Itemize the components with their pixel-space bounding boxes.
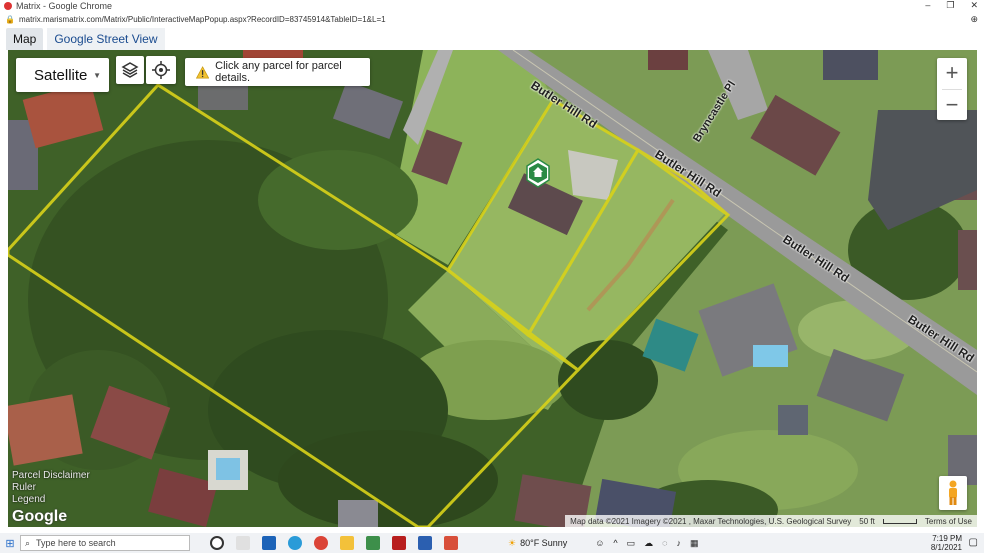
- system-tray: ☺ ^ ▭ ☁ ◌ ♪ ▦: [595, 538, 698, 549]
- keyboard-icon[interactable]: ▦: [690, 538, 699, 549]
- search-placeholder: Type here to search: [36, 538, 116, 548]
- network-icon[interactable]: ◌: [662, 538, 667, 549]
- close-icon[interactable]: ✕: [970, 0, 978, 11]
- edge-icon[interactable]: [288, 536, 302, 550]
- sun-icon: ☀: [508, 537, 517, 548]
- cortana-icon[interactable]: [210, 536, 224, 550]
- zoom-control: + −: [937, 58, 967, 120]
- layers-button[interactable]: [116, 56, 144, 84]
- windows-start-icon[interactable]: ⊞: [0, 537, 20, 550]
- volume-icon[interactable]: ♪: [677, 538, 682, 549]
- crosshair-icon: [152, 61, 170, 79]
- taskbar-search[interactable]: ⌕ Type here to search: [20, 535, 190, 551]
- clock-time: 7:19 PM: [932, 534, 962, 543]
- warning-icon: [196, 65, 210, 79]
- layers-icon: [121, 62, 139, 78]
- street-view-pegman[interactable]: [939, 476, 967, 510]
- map-data-credit[interactable]: Map data ©2021 Imagery ©2021 , Maxar Tec…: [570, 517, 851, 526]
- notification-icon[interactable]: ▢: [969, 537, 978, 548]
- listing-marker-icon[interactable]: [526, 158, 550, 188]
- window-titlebar: Matrix - Google Chrome – ❐ ✕: [0, 0, 984, 12]
- map-tabs: Map Google Street View: [0, 26, 984, 50]
- url-text[interactable]: matrix.marismatrix.com/Matrix/Public/Int…: [19, 15, 386, 24]
- people-icon[interactable]: ☺: [595, 538, 604, 549]
- clock-date: 8/1/2021: [930, 543, 962, 552]
- satellite-imagery: [8, 50, 977, 527]
- ruler-link[interactable]: Ruler: [12, 482, 90, 494]
- windows-taskbar: ⊞ ⌕ Type here to search ☀ 80°F Sunny ☺ ^…: [0, 533, 984, 553]
- parcel-notice: Click any parcel for parcel details.: [185, 58, 370, 86]
- window-controls: – ❐ ✕: [925, 0, 978, 11]
- tab-street-view[interactable]: Google Street View: [47, 28, 165, 50]
- tray-chevron-icon[interactable]: ^: [613, 538, 617, 549]
- zoom-icon[interactable]: ⊕: [970, 14, 978, 25]
- task-view-icon[interactable]: [236, 536, 250, 550]
- map-attribution: Map data ©2021 Imagery ©2021 , Maxar Tec…: [565, 515, 977, 527]
- search-icon: ⌕: [25, 537, 31, 548]
- google-logo: Google: [12, 508, 68, 525]
- my-location-button[interactable]: [146, 56, 176, 84]
- battery-icon[interactable]: ▭: [627, 538, 636, 549]
- weather-text: 80°F Sunny: [520, 538, 568, 548]
- taskbar-apps: [210, 536, 458, 550]
- satellite-map[interactable]: Butler Hill Rd Butler Hill Rd Butler Hil…: [8, 50, 977, 527]
- lock-icon[interactable]: 🔒: [5, 15, 15, 24]
- tab-map[interactable]: Map: [6, 28, 44, 50]
- minimize-icon[interactable]: –: [925, 0, 930, 11]
- map-links: Parcel Disclaimer Ruler Legend: [12, 470, 90, 506]
- scale-label[interactable]: 50 ft: [859, 517, 875, 526]
- outlook-icon[interactable]: [262, 536, 276, 550]
- pegman-icon: [949, 480, 957, 505]
- restore-icon[interactable]: ❐: [946, 0, 954, 11]
- app-icon[interactable]: [366, 536, 380, 550]
- word-icon[interactable]: [418, 536, 432, 550]
- map-type-label: Satellite: [34, 66, 88, 84]
- legend-link[interactable]: Legend: [12, 494, 90, 506]
- onedrive-icon[interactable]: ☁: [644, 538, 653, 549]
- terms-link[interactable]: Terms of Use: [925, 517, 972, 526]
- window-title: Matrix - Google Chrome: [16, 1, 113, 11]
- parcel-notice-text: Click any parcel for parcel details.: [215, 60, 342, 84]
- scale-bar: [882, 518, 917, 524]
- chrome-app-icon: [4, 2, 12, 10]
- map-type-selector[interactable]: Satellite ▼: [16, 58, 109, 92]
- weather-widget[interactable]: ☀ 80°F Sunny: [508, 538, 567, 549]
- parcel-disclaimer-link[interactable]: Parcel Disclaimer: [12, 470, 90, 482]
- zoom-out-button[interactable]: −: [937, 90, 967, 121]
- taskbar-clock[interactable]: 7:19 PM 8/1/2021: [931, 534, 962, 552]
- chrome-icon[interactable]: [314, 536, 328, 550]
- file-explorer-icon[interactable]: [340, 536, 354, 550]
- zoom-in-button[interactable]: +: [937, 58, 967, 89]
- address-bar: 🔒 matrix.marismatrix.com/Matrix/Public/I…: [0, 12, 984, 26]
- paint-icon[interactable]: [444, 536, 458, 550]
- acrobat-icon[interactable]: [392, 536, 406, 550]
- chevron-down-icon: ▼: [93, 70, 101, 80]
